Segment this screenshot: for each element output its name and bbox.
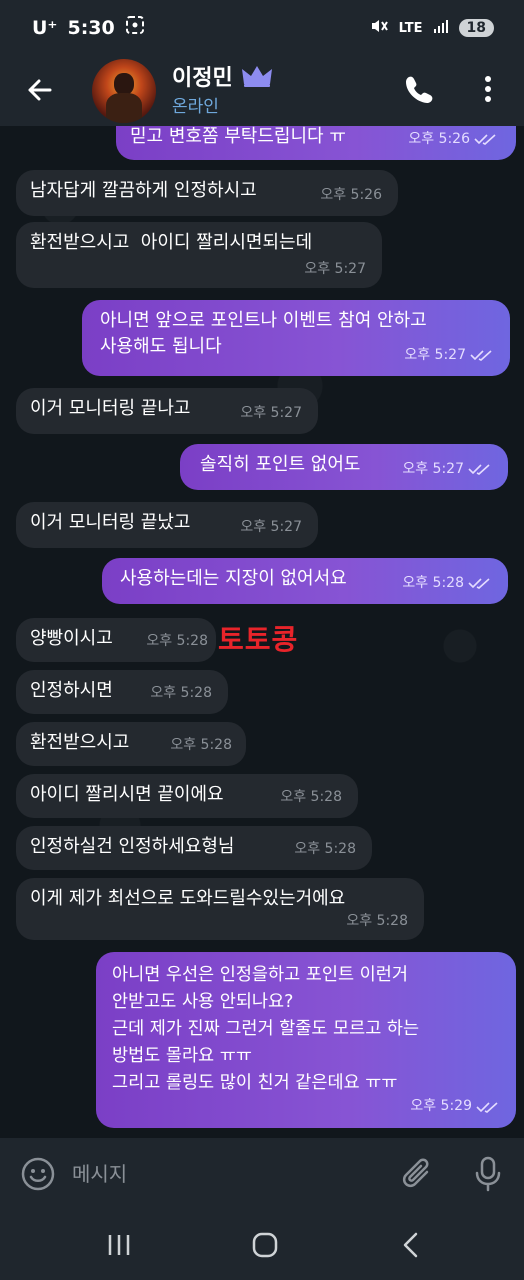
- message-text: 믿고 변호쫌 부탁드립니다 ㅠ: [130, 126, 346, 147]
- contact-name-row[interactable]: 이정민: [172, 60, 273, 92]
- message-time: 오후 5:28: [294, 841, 356, 857]
- status-bar: U⁺ 5:30 LTE 18: [0, 0, 524, 56]
- message-text: 아니면 우선은 인정을하고 포인트 이런거 안받고도 사용 안되나요? 근데 제…: [112, 965, 420, 1093]
- message-incoming[interactable]: 남자답게 깔끔하게 인정하시고 오후 5:26: [16, 170, 398, 216]
- mute-icon: [369, 16, 389, 40]
- message-incoming[interactable]: 환전받으시고 아이디 짤리시면되는데 오후 5:27: [16, 222, 382, 288]
- message-text: 솔직히 포인트 없어도: [200, 454, 361, 475]
- system-nav-bar: [0, 1210, 524, 1280]
- message-time: 오후 5:27: [304, 261, 366, 277]
- call-button[interactable]: [402, 72, 436, 106]
- chat-header: 이정민 온라인: [0, 56, 524, 126]
- message-time: 오후 5:29: [410, 1098, 472, 1114]
- message-time: 오후 5:28: [150, 685, 212, 701]
- message-text: 인정하실건 인정하세요형님: [30, 836, 235, 857]
- message-time: 오후 5:26: [320, 187, 382, 203]
- message-time: 오후 5:28: [280, 789, 342, 805]
- paperclip-icon: [402, 1158, 429, 1188]
- message-incoming[interactable]: 이게 제가 최선으로 도와드릴수있는거에요 오후 5:28: [16, 878, 424, 940]
- message-incoming[interactable]: 인정하시면 오후 5:28: [16, 670, 228, 714]
- phone-icon: [406, 76, 433, 103]
- message-incoming[interactable]: 아이디 짤리시면 끝이에요 오후 5:28: [16, 774, 358, 818]
- message-time: 오후 5:27: [240, 405, 302, 421]
- double-check-icon: [474, 134, 496, 145]
- message-text: 아이디 짤리시면 끝이에요: [30, 784, 224, 805]
- avatar-figure-head: [114, 73, 134, 95]
- clock: 5:30: [67, 16, 115, 39]
- message-outgoing[interactable]: 믿고 변호쫌 부탁드립니다 ㅠ 오후 5:26: [116, 126, 516, 160]
- message-text: 인정하시면: [30, 680, 113, 701]
- message-incoming[interactable]: 환전받으시고 오후 5:28: [16, 722, 246, 766]
- message-outgoing[interactable]: 아니면 우선은 인정을하고 포인트 이런거 안받고도 사용 안되나요? 근데 제…: [96, 952, 516, 1128]
- back-button[interactable]: [22, 72, 58, 108]
- message-time: 오후 5:28: [146, 633, 208, 649]
- message-incoming[interactable]: 이거 모니터링 끝나고 오후 5:27: [16, 388, 318, 434]
- message-input[interactable]: [72, 1158, 372, 1190]
- message-list[interactable]: 믿고 변호쫌 부탁드립니다 ㅠ 오후 5:26 남자답게 깔끔하게 인정하시고 …: [0, 126, 524, 1138]
- message-text: 아니면 앞으로 포인트나 이벤트 참여 안하고 사용해도 됩니다: [100, 310, 427, 357]
- carrier-label: U⁺: [32, 16, 58, 39]
- more-menu-button[interactable]: [474, 72, 502, 106]
- crown-icon: [241, 66, 272, 87]
- message-text: 환전받으시고 아이디 짤리시면되는데: [30, 232, 313, 253]
- message-text: 이거 모니터링 끝났고: [30, 512, 191, 533]
- recent-apps-icon: [108, 1235, 130, 1255]
- message-time: 오후 5:28: [346, 913, 408, 929]
- contact-name: 이정민: [172, 66, 233, 91]
- message-incoming[interactable]: 이거 모니터링 끝났고 오후 5:27: [16, 502, 318, 548]
- signal-icon: [433, 18, 449, 38]
- message-outgoing[interactable]: 아니면 앞으로 포인트나 이벤트 참여 안하고 사용해도 됩니다 오후 5:27: [82, 300, 510, 376]
- attach-button[interactable]: [400, 1154, 436, 1194]
- smiley-icon: [21, 1157, 55, 1191]
- message-time: 오후 5:27: [240, 519, 302, 535]
- message-text: 이거 모니터링 끝나고: [30, 398, 191, 419]
- message-time: 오후 5:27: [404, 347, 466, 363]
- message-time: 오후 5:27: [402, 461, 464, 477]
- message-time: 오후 5:26: [408, 131, 470, 147]
- double-check-icon: [476, 1101, 498, 1113]
- message-text: 환전받으시고: [30, 732, 130, 753]
- message-text: 양빵이시고: [30, 628, 113, 649]
- message-time: 오후 5:28: [402, 575, 464, 591]
- message-incoming[interactable]: 양빵이시고 오후 5:28: [16, 618, 216, 662]
- contact-status: 온라인: [172, 97, 219, 117]
- message-time: 오후 5:28: [170, 737, 232, 753]
- voice-record-button[interactable]: [470, 1154, 506, 1194]
- message-outgoing[interactable]: 솔직히 포인트 없어도 오후 5:27: [180, 444, 508, 490]
- recent-apps-button[interactable]: [104, 1232, 134, 1258]
- double-check-icon: [468, 578, 490, 589]
- battery-badge: 18: [458, 19, 494, 37]
- double-check-icon: [468, 464, 490, 475]
- message-text: 사용하는데는 지장이 없어서요: [120, 568, 347, 589]
- message-incoming[interactable]: 인정하실건 인정하세요형님 오후 5:28: [16, 826, 372, 870]
- system-back-button[interactable]: [398, 1230, 424, 1260]
- watermark-text: 토토콩: [218, 623, 299, 656]
- microphone-icon: [475, 1156, 501, 1192]
- double-check-icon: [470, 350, 492, 361]
- chevron-left-icon: [403, 1232, 418, 1258]
- kebab-menu-icon: [485, 76, 491, 102]
- screenshot-icon: [125, 15, 145, 40]
- message-outgoing[interactable]: 사용하는데는 지장이 없어서요 오후 5:28: [102, 558, 508, 604]
- home-button[interactable]: [250, 1230, 280, 1260]
- message-text: 이게 제가 최선으로 도와드릴수있는거에요: [30, 888, 346, 909]
- message-text: 남자답게 깔끔하게 인정하시고: [30, 180, 257, 201]
- message-composer: [0, 1138, 524, 1210]
- home-icon: [252, 1232, 278, 1258]
- network-type: LTE: [398, 20, 423, 36]
- avatar[interactable]: [92, 59, 156, 123]
- emoji-button[interactable]: [20, 1156, 56, 1192]
- arrow-left-icon: [28, 79, 52, 101]
- avatar-figure-body: [106, 93, 142, 123]
